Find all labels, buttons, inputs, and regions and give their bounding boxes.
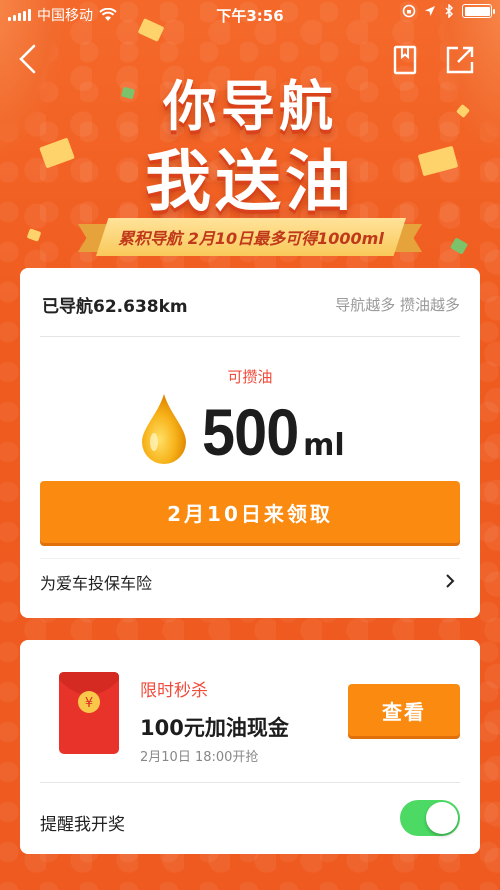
svg-text:¥: ¥ (85, 696, 93, 711)
ribbon-text: 累积导航 2月10日最多可得1000ml (118, 229, 384, 248)
navigated-distance: 已导航62.638km (42, 297, 188, 317)
sale-time: 2月10日 18:00开抢 (140, 750, 259, 765)
view-button[interactable]: 查看 (348, 684, 460, 736)
remind-toggle[interactable] (400, 800, 460, 836)
red-packet-icon: ¥ (59, 672, 119, 754)
banner-title-line2: 我送油 (145, 143, 355, 220)
flash-sale-label: 限时秒杀 (140, 681, 208, 701)
chevron-right-icon[interactable] (444, 572, 456, 590)
reward-tip: 导航越多 攒油越多 (335, 296, 460, 314)
divider (40, 558, 460, 559)
oil-amount: 500 ml (202, 394, 345, 470)
can-get-label: 可攒油 (227, 368, 273, 386)
toggle-knob (426, 802, 458, 834)
reward-card: 已导航62.638km 导航越多 攒油越多 可攒油 500 ml 2月10日来领… (20, 268, 480, 618)
status-bar: 中国移动 下午3:56 (0, 0, 500, 28)
bluetooth-icon (445, 4, 454, 18)
oil-amount-unit: ml (303, 428, 345, 463)
banner-ribbon: 累积导航 2月10日最多可得1000ml (96, 218, 406, 256)
divider (40, 336, 460, 337)
battery-icon (462, 4, 495, 18)
location-icon (425, 6, 435, 16)
cash-title: 100元加油现金 (140, 716, 289, 740)
insurance-link[interactable]: 为爱车投保车险 (40, 570, 152, 594)
orientation-lock-icon (402, 4, 416, 18)
oil-amount-value: 500 (202, 395, 299, 469)
flash-sale-card: ¥ 限时秒杀 100元加油现金 2月10日 18:00开抢 查看 提醒我开奖 (20, 640, 480, 854)
oil-drop-icon (142, 394, 186, 464)
remind-label: 提醒我开奖 (40, 815, 125, 835)
claim-button[interactable]: 2月10日来领取 (40, 481, 460, 543)
divider (40, 782, 460, 783)
